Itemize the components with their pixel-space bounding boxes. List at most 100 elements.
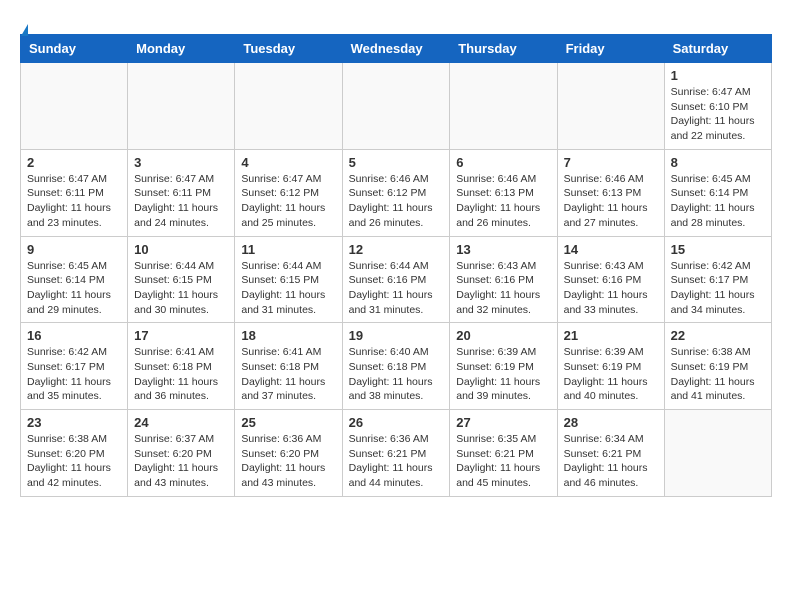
- calendar-day-cell: 1 Sunrise: 6:47 AM Sunset: 6:10 PM Daylig…: [664, 63, 771, 150]
- weekday-header: Tuesday: [235, 35, 342, 63]
- calendar-day-cell: 13 Sunrise: 6:43 AM Sunset: 6:16 PM Dayli…: [450, 236, 557, 323]
- day-info: Sunrise: 6:38 AM Sunset: 6:19 PM Dayligh…: [671, 345, 765, 404]
- day-info: Sunrise: 6:37 AM Sunset: 6:20 PM Dayligh…: [134, 432, 228, 491]
- calendar-day-cell: 4 Sunrise: 6:47 AM Sunset: 6:12 PM Daylig…: [235, 149, 342, 236]
- day-info: Sunrise: 6:47 AM Sunset: 6:10 PM Dayligh…: [671, 85, 765, 144]
- day-number: 9: [27, 242, 121, 257]
- day-number: 13: [456, 242, 550, 257]
- calendar-day-cell: 14 Sunrise: 6:43 AM Sunset: 6:16 PM Dayli…: [557, 236, 664, 323]
- day-info: Sunrise: 6:40 AM Sunset: 6:18 PM Dayligh…: [349, 345, 444, 404]
- day-info: Sunrise: 6:36 AM Sunset: 6:20 PM Dayligh…: [241, 432, 335, 491]
- calendar-week-row: 1 Sunrise: 6:47 AM Sunset: 6:10 PM Daylig…: [21, 63, 772, 150]
- weekday-header: Friday: [557, 35, 664, 63]
- calendar-day-cell: [235, 63, 342, 150]
- day-number: 27: [456, 415, 550, 430]
- calendar-day-cell: 28 Sunrise: 6:34 AM Sunset: 6:21 PM Dayli…: [557, 410, 664, 497]
- calendar-week-row: 2 Sunrise: 6:47 AM Sunset: 6:11 PM Daylig…: [21, 149, 772, 236]
- day-info: Sunrise: 6:44 AM Sunset: 6:15 PM Dayligh…: [241, 259, 335, 318]
- day-number: 15: [671, 242, 765, 257]
- calendar-day-cell: 9Sunrise: 6:45 AM Sunset: 6:14 PM Daylig…: [21, 236, 128, 323]
- day-number: 16: [27, 328, 121, 343]
- day-number: 11: [241, 242, 335, 257]
- calendar-day-cell: [557, 63, 664, 150]
- calendar-day-cell: 5 Sunrise: 6:46 AM Sunset: 6:12 PM Daylig…: [342, 149, 450, 236]
- day-info: Sunrise: 6:46 AM Sunset: 6:12 PM Dayligh…: [349, 172, 444, 231]
- day-info: Sunrise: 6:41 AM Sunset: 6:18 PM Dayligh…: [134, 345, 228, 404]
- day-info: Sunrise: 6:39 AM Sunset: 6:19 PM Dayligh…: [456, 345, 550, 404]
- calendar-day-cell: 19 Sunrise: 6:40 AM Sunset: 6:18 PM Dayli…: [342, 323, 450, 410]
- calendar-day-cell: 16 Sunrise: 6:42 AM Sunset: 6:17 PM Dayli…: [21, 323, 128, 410]
- calendar-week-row: 9Sunrise: 6:45 AM Sunset: 6:14 PM Daylig…: [21, 236, 772, 323]
- calendar-day-cell: 12 Sunrise: 6:44 AM Sunset: 6:16 PM Dayli…: [342, 236, 450, 323]
- calendar-day-cell: 2 Sunrise: 6:47 AM Sunset: 6:11 PM Daylig…: [21, 149, 128, 236]
- weekday-header: Wednesday: [342, 35, 450, 63]
- day-info: Sunrise: 6:42 AM Sunset: 6:17 PM Dayligh…: [27, 345, 121, 404]
- day-info: Sunrise: 6:46 AM Sunset: 6:13 PM Dayligh…: [456, 172, 550, 231]
- day-number: 22: [671, 328, 765, 343]
- day-number: 20: [456, 328, 550, 343]
- day-number: 24: [134, 415, 228, 430]
- calendar-day-cell: 7Sunrise: 6:46 AM Sunset: 6:13 PM Daylig…: [557, 149, 664, 236]
- day-number: 1: [671, 68, 765, 83]
- calendar-day-cell: [128, 63, 235, 150]
- day-info: Sunrise: 6:41 AM Sunset: 6:18 PM Dayligh…: [241, 345, 335, 404]
- calendar-day-cell: 15 Sunrise: 6:42 AM Sunset: 6:17 PM Dayli…: [664, 236, 771, 323]
- calendar-day-cell: 22 Sunrise: 6:38 AM Sunset: 6:19 PM Dayli…: [664, 323, 771, 410]
- day-number: 10: [134, 242, 228, 257]
- calendar-day-cell: 24 Sunrise: 6:37 AM Sunset: 6:20 PM Dayli…: [128, 410, 235, 497]
- day-info: Sunrise: 6:47 AM Sunset: 6:11 PM Dayligh…: [27, 172, 121, 231]
- calendar-day-cell: [450, 63, 557, 150]
- day-info: Sunrise: 6:45 AM Sunset: 6:14 PM Dayligh…: [671, 172, 765, 231]
- calendar-day-cell: 27 Sunrise: 6:35 AM Sunset: 6:21 PM Dayli…: [450, 410, 557, 497]
- day-info: Sunrise: 6:47 AM Sunset: 6:12 PM Dayligh…: [241, 172, 335, 231]
- day-number: 5: [349, 155, 444, 170]
- day-info: Sunrise: 6:38 AM Sunset: 6:20 PM Dayligh…: [27, 432, 121, 491]
- day-number: 19: [349, 328, 444, 343]
- day-number: 2: [27, 155, 121, 170]
- day-info: Sunrise: 6:35 AM Sunset: 6:21 PM Dayligh…: [456, 432, 550, 491]
- day-info: Sunrise: 6:44 AM Sunset: 6:15 PM Dayligh…: [134, 259, 228, 318]
- day-info: Sunrise: 6:43 AM Sunset: 6:16 PM Dayligh…: [564, 259, 658, 318]
- calendar-day-cell: [664, 410, 771, 497]
- calendar-day-cell: 17 Sunrise: 6:41 AM Sunset: 6:18 PM Dayli…: [128, 323, 235, 410]
- day-number: 8: [671, 155, 765, 170]
- day-number: 4: [241, 155, 335, 170]
- weekday-header: Saturday: [664, 35, 771, 63]
- day-info: Sunrise: 6:42 AM Sunset: 6:17 PM Dayligh…: [671, 259, 765, 318]
- day-info: Sunrise: 6:44 AM Sunset: 6:16 PM Dayligh…: [349, 259, 444, 318]
- day-number: 28: [564, 415, 658, 430]
- calendar-day-cell: 18 Sunrise: 6:41 AM Sunset: 6:18 PM Dayli…: [235, 323, 342, 410]
- day-number: 26: [349, 415, 444, 430]
- day-info: Sunrise: 6:43 AM Sunset: 6:16 PM Dayligh…: [456, 259, 550, 318]
- day-number: 23: [27, 415, 121, 430]
- day-number: 14: [564, 242, 658, 257]
- calendar-day-cell: 11 Sunrise: 6:44 AM Sunset: 6:15 PM Dayli…: [235, 236, 342, 323]
- calendar-day-cell: 3 Sunrise: 6:47 AM Sunset: 6:11 PM Daylig…: [128, 149, 235, 236]
- calendar-day-cell: 25 Sunrise: 6:36 AM Sunset: 6:20 PM Dayli…: [235, 410, 342, 497]
- day-info: Sunrise: 6:36 AM Sunset: 6:21 PM Dayligh…: [349, 432, 444, 491]
- day-number: 3: [134, 155, 228, 170]
- day-number: 18: [241, 328, 335, 343]
- day-number: 12: [349, 242, 444, 257]
- day-info: Sunrise: 6:47 AM Sunset: 6:11 PM Dayligh…: [134, 172, 228, 231]
- calendar-day-cell: [21, 63, 128, 150]
- calendar-day-cell: 21Sunrise: 6:39 AM Sunset: 6:19 PM Dayli…: [557, 323, 664, 410]
- calendar-day-cell: 20 Sunrise: 6:39 AM Sunset: 6:19 PM Dayli…: [450, 323, 557, 410]
- day-number: 21: [564, 328, 658, 343]
- day-number: 7: [564, 155, 658, 170]
- calendar-day-cell: 8 Sunrise: 6:45 AM Sunset: 6:14 PM Daylig…: [664, 149, 771, 236]
- weekday-header: Monday: [128, 35, 235, 63]
- calendar-day-cell: 23 Sunrise: 6:38 AM Sunset: 6:20 PM Dayli…: [21, 410, 128, 497]
- calendar-day-cell: 6 Sunrise: 6:46 AM Sunset: 6:13 PM Daylig…: [450, 149, 557, 236]
- calendar-day-cell: [342, 63, 450, 150]
- day-info: Sunrise: 6:34 AM Sunset: 6:21 PM Dayligh…: [564, 432, 658, 491]
- day-number: 6: [456, 155, 550, 170]
- day-number: 17: [134, 328, 228, 343]
- calendar-day-cell: 10 Sunrise: 6:44 AM Sunset: 6:15 PM Dayli…: [128, 236, 235, 323]
- logo: [20, 24, 28, 34]
- calendar-week-row: 23 Sunrise: 6:38 AM Sunset: 6:20 PM Dayli…: [21, 410, 772, 497]
- calendar-table: SundayMondayTuesdayWednesdayThursdayFrid…: [20, 34, 772, 497]
- weekday-header: Sunday: [21, 35, 128, 63]
- day-number: 25: [241, 415, 335, 430]
- calendar-day-cell: 26 Sunrise: 6:36 AM Sunset: 6:21 PM Dayli…: [342, 410, 450, 497]
